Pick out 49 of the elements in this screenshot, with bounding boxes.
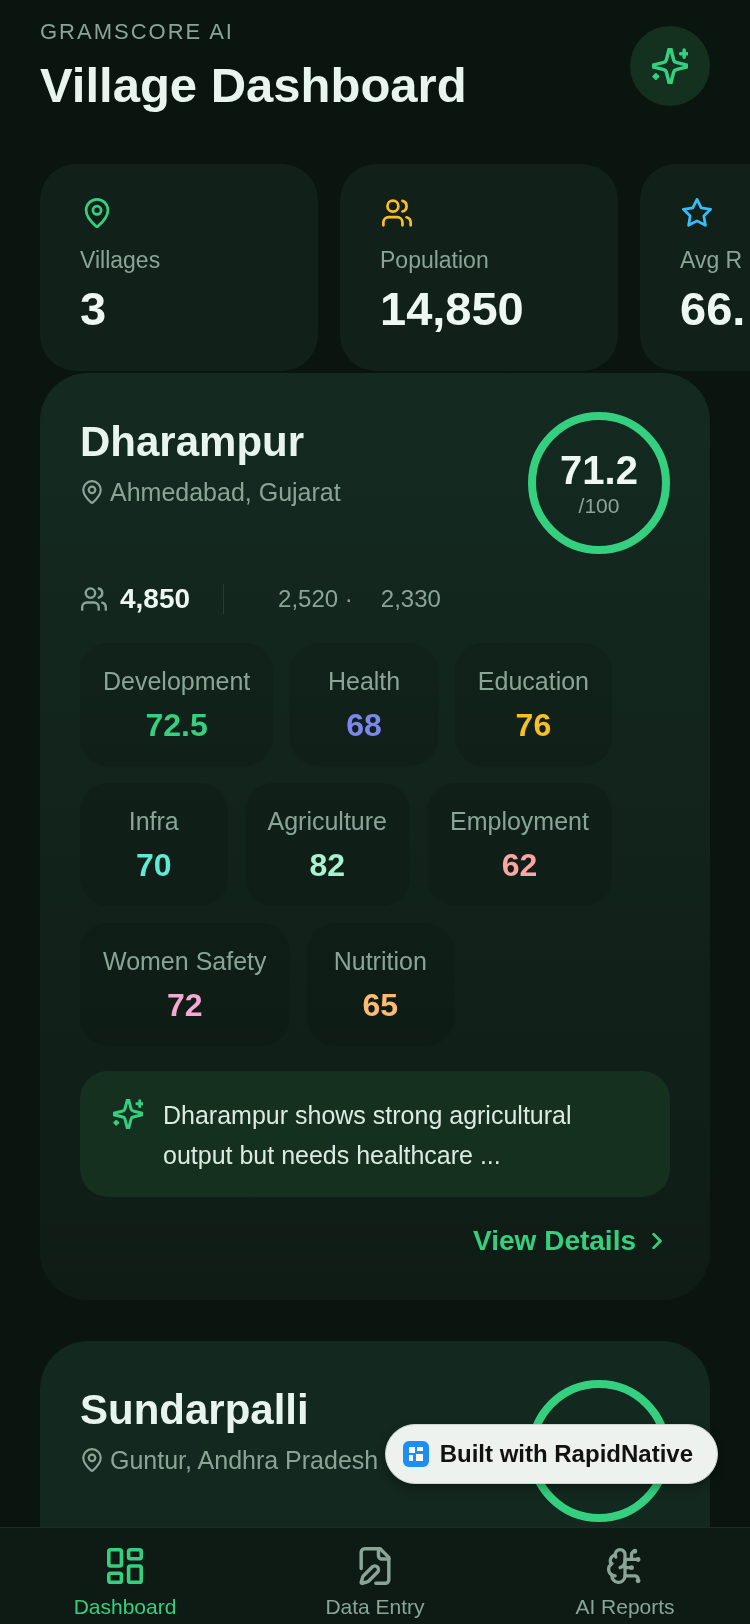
metric-label: Employment xyxy=(450,805,589,836)
metric-label: Development xyxy=(103,665,251,696)
metric-value: 72.5 xyxy=(145,705,208,744)
stat-value: 66. xyxy=(680,281,747,337)
village-location: Ahmedabad, Gujarat xyxy=(110,477,341,507)
metric-value: 82 xyxy=(309,845,346,884)
metric-label: Infra xyxy=(128,805,179,836)
metric-label: Nutrition xyxy=(333,945,427,976)
metric-label: Agriculture xyxy=(267,805,387,836)
stat-value: 14,850 xyxy=(380,281,525,337)
sparkle-icon xyxy=(113,1099,143,1129)
nav-tab[interactable]: AI Reports xyxy=(500,1528,750,1624)
metric-value: 70 xyxy=(135,845,172,884)
page-title: Village Dashboard xyxy=(40,57,467,113)
map-pin-icon xyxy=(82,480,102,504)
built-with-badge[interactable]: Built with RapidNative xyxy=(384,1424,718,1484)
population-split-count: 2,330 xyxy=(380,584,441,614)
file-pen-icon xyxy=(357,1547,393,1585)
score-max: /100 xyxy=(578,494,620,518)
users-icon xyxy=(81,586,107,612)
metric-label: Education xyxy=(477,665,589,696)
metric-value: 76 xyxy=(515,705,552,744)
village-name: Sundarpalli xyxy=(80,1385,310,1435)
sparkle-icon xyxy=(652,48,688,84)
view-details-link[interactable]: View Details xyxy=(473,1223,662,1259)
score-value: 71.2 xyxy=(560,448,638,492)
stat-label: Villages xyxy=(80,246,162,275)
metric-value: 68 xyxy=(346,705,382,744)
brain-circuit-icon xyxy=(607,1547,643,1585)
metric-value: 72 xyxy=(166,985,203,1024)
dashboard-grid-icon xyxy=(107,1547,143,1585)
village-location: Guntur, Andhra Pradesh xyxy=(110,1445,379,1475)
nav-tab[interactable]: Data Entry xyxy=(250,1528,500,1624)
nav-tab[interactable]: Dashboard xyxy=(0,1528,250,1624)
stat-label: Avg R xyxy=(680,246,744,275)
metric-label: Health xyxy=(327,665,401,696)
stat-label: Population xyxy=(380,246,490,275)
insight-text: Dharampur shows strong agricultural output but needs healthcare ... xyxy=(163,1100,573,1171)
metric-value: 65 xyxy=(362,985,399,1024)
logo-icon xyxy=(402,1441,429,1467)
app-name: GRAMSCORE AI xyxy=(40,19,235,45)
village-name: Dharampur xyxy=(80,417,306,467)
population-count: 4,850 xyxy=(120,583,191,615)
population-split-count: 2,520 · xyxy=(278,584,353,614)
map-pin-icon xyxy=(82,1448,102,1472)
chevron-right-icon xyxy=(652,1233,662,1249)
metric-value: 62 xyxy=(501,845,538,884)
metric-label: Women Safety xyxy=(103,945,267,976)
stat-value: 3 xyxy=(80,281,108,337)
